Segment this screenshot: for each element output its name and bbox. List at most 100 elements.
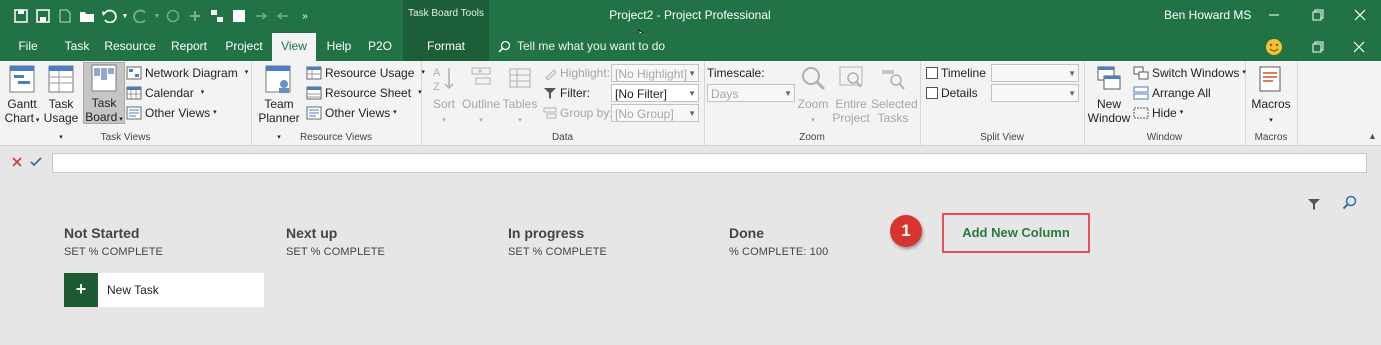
open-icon[interactable] <box>76 7 98 25</box>
tab-resource[interactable]: Resource <box>102 33 158 61</box>
circle-icon[interactable] <box>162 7 184 25</box>
resource-other-views-button[interactable]: Other Views ▾ <box>306 104 397 122</box>
column-subtitle-next-up[interactable]: SET % COMPLETE <box>286 246 385 258</box>
selected-tasks-label-1: Selected <box>871 97 918 111</box>
resource-sheet-button[interactable]: Resource Sheet ▾ <box>306 84 422 102</box>
new-icon[interactable] <box>54 7 76 25</box>
column-title-done[interactable]: Done <box>729 225 764 241</box>
calendar-button[interactable]: Calendar ▾ <box>126 84 204 102</box>
dropdown-arrow-icon[interactable]: ▼ <box>120 7 130 25</box>
tab-help[interactable]: Help <box>320 33 358 61</box>
tab-format[interactable]: Format <box>403 33 489 61</box>
outline-button[interactable]: Outline ▾ <box>461 64 501 128</box>
step-callout-badge: 1 <box>890 215 922 247</box>
other-views-icon <box>306 106 322 120</box>
ribbon-restore-icon[interactable] <box>1312 41 1324 56</box>
timeline-checkbox[interactable]: Timeline <box>926 64 986 82</box>
column-subtitle-done[interactable]: % COMPLETE: 100 <box>729 246 828 258</box>
column-title-not-started[interactable]: Not Started <box>64 225 139 241</box>
save-as-icon[interactable] <box>32 7 54 25</box>
save-icon[interactable] <box>10 7 32 25</box>
highlight-combo[interactable]: [No Highlight] ▼ <box>611 64 699 82</box>
filter-icon[interactable] <box>1307 197 1321 214</box>
zoom-button[interactable]: Zoom ▾ <box>796 64 830 128</box>
structure-icon[interactable] <box>206 7 228 25</box>
highlight-label: Highlight: <box>560 66 611 80</box>
data-group-label: Data <box>551 132 574 143</box>
tab-view[interactable]: View <box>272 33 316 61</box>
gantt-chart-label-2: Chart <box>4 111 34 125</box>
gantt-chart-button[interactable]: Gantt Chart ▾ <box>4 64 40 128</box>
entire-project-label-1: Entire <box>835 97 867 111</box>
minimize-button[interactable] <box>1254 4 1294 26</box>
details-combo[interactable]: ▼ <box>991 84 1079 102</box>
undo-icon[interactable] <box>98 7 120 25</box>
arrange-all-icon <box>1133 86 1149 100</box>
entire-project-button[interactable]: Entire Project <box>832 64 870 125</box>
gantt-chart-icon <box>9 65 35 93</box>
details-checkbox[interactable]: Details <box>926 84 978 102</box>
group-by-combo[interactable]: [No Group] ▼ <box>611 104 699 122</box>
new-task-button[interactable]: + New Task <box>64 273 264 307</box>
smiley-icon[interactable] <box>1265 38 1283 59</box>
arrow-left-icon[interactable] <box>272 7 294 25</box>
quick-access-toolbar: ▼ ▼ » <box>10 7 316 25</box>
task-usage-label-2: Usage <box>43 111 79 125</box>
tab-task[interactable]: Task <box>58 33 96 61</box>
split-view-group-label: Split View <box>980 132 1024 143</box>
group-by-button[interactable]: Group by: <box>543 104 613 122</box>
add-new-column-button[interactable]: Add New Column <box>942 213 1090 253</box>
arrange-all-button[interactable]: Arrange All <box>1133 84 1211 102</box>
group-data: AZ Sort ▾ Outline ▾ Tables ▾ Highlight: [No… <box>421 61 705 145</box>
checkbox-icon <box>926 67 938 79</box>
confirm-entry-icon[interactable] <box>30 156 42 170</box>
macros-button[interactable]: Macros ▾ <box>1249 64 1293 128</box>
column-title-in-progress[interactable]: In progress <box>508 225 584 241</box>
group-resource-views: Team Planner ▾ Resource Usage ▾ Resource … <box>251 61 425 145</box>
timeline-combo[interactable]: ▼ <box>991 64 1079 82</box>
entry-input[interactable] <box>52 153 1367 173</box>
tab-report[interactable]: Report <box>166 33 212 61</box>
restore-button[interactable] <box>1298 4 1338 26</box>
tab-p2o[interactable]: P2O <box>364 33 396 61</box>
search-icon[interactable] <box>1342 195 1357 213</box>
tell-me-label: Tell me what you want to do <box>517 39 666 53</box>
selected-tasks-button[interactable]: Selected Tasks <box>871 64 918 125</box>
task-other-views-button[interactable]: Other Views ▾ <box>126 104 217 122</box>
task-board-button[interactable]: Task Board ▾ <box>83 62 125 124</box>
plus-icon: + <box>64 273 98 307</box>
network-diagram-button[interactable]: Network Diagram ▾ <box>126 64 248 82</box>
close-button[interactable] <box>1340 4 1380 26</box>
filter-combo[interactable]: [No Filter] ▼ <box>611 84 699 102</box>
redo-icon[interactable] <box>130 7 152 25</box>
link-icon[interactable] <box>184 7 206 25</box>
column-title-next-up[interactable]: Next up <box>286 225 337 241</box>
collapse-ribbon-icon[interactable]: ▲ <box>1368 131 1377 141</box>
column-subtitle-in-progress[interactable]: SET % COMPLETE <box>508 246 607 258</box>
arrow-right-icon[interactable] <box>250 7 272 25</box>
resource-usage-label: Resource Usage <box>325 66 415 80</box>
column-subtitle-not-started[interactable]: SET % COMPLETE <box>64 246 163 258</box>
tab-file[interactable]: File <box>8 33 48 61</box>
switch-windows-button[interactable]: Switch Windows ▾ <box>1133 64 1246 82</box>
tab-project[interactable]: Project <box>220 33 268 61</box>
cancel-entry-icon[interactable] <box>12 156 22 170</box>
filter-button[interactable]: Filter: <box>543 84 590 102</box>
sort-button[interactable]: AZ Sort ▾ <box>427 64 461 128</box>
team-planner-icon <box>265 65 291 93</box>
tables-button[interactable]: Tables ▾ <box>502 64 538 128</box>
entire-project-label-2: Project <box>832 111 870 125</box>
note-icon[interactable] <box>228 7 250 25</box>
magnifier-icon <box>802 67 826 91</box>
dropdown-arrow-icon[interactable]: ▼ <box>152 7 162 25</box>
customize-qat-icon[interactable]: » <box>294 7 316 25</box>
tell-me-box[interactable]: Tell me what you want to do <box>498 39 665 53</box>
switch-windows-label: Switch Windows <box>1152 66 1240 80</box>
ribbon-close-icon[interactable] <box>1353 41 1365 56</box>
user-name[interactable]: Ben Howard MS <box>1164 8 1251 22</box>
new-window-button[interactable]: New Window <box>1087 64 1131 125</box>
hide-button[interactable]: Hide ▾ <box>1133 104 1183 122</box>
timescale-combo[interactable]: Days ▼ <box>707 84 795 102</box>
highlight-button[interactable]: Highlight: <box>543 64 610 82</box>
resource-usage-button[interactable]: Resource Usage ▾ <box>306 64 425 82</box>
